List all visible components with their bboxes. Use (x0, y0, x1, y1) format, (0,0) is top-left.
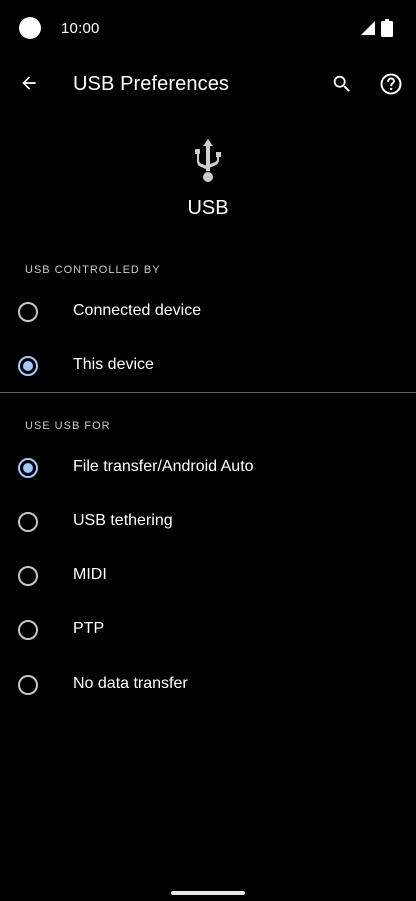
app-bar: USB Preferences (0, 58, 416, 114)
radio-label: Connected device (73, 302, 202, 319)
screen: 10:00 USB Preferences USB USB CONTROLLED… (0, 0, 416, 901)
battery-icon (381, 19, 393, 37)
status-time: 10:00 (61, 20, 100, 37)
help-icon (380, 73, 402, 95)
radio-button[interactable] (18, 620, 38, 640)
radio-button[interactable] (18, 302, 38, 322)
radio-row-no-data-transfer[interactable]: No data transfer (0, 658, 416, 712)
radio-button[interactable] (18, 675, 38, 695)
radio-button[interactable] (18, 512, 38, 532)
back-button[interactable] (12, 66, 46, 100)
arrow-back-icon (22, 76, 36, 90)
radio-label: This device (73, 356, 154, 373)
radio-label: PTP (73, 620, 105, 637)
radio-label: MIDI (73, 566, 107, 583)
usb-icon (195, 139, 221, 182)
page-title: USB Preferences (73, 73, 230, 95)
gesture-nav-handle[interactable] (171, 891, 245, 895)
radio-row-midi[interactable]: MIDI (0, 549, 416, 603)
radio-row-usb-tethering[interactable]: USB tethering (0, 495, 416, 549)
radio-row-ptp[interactable]: PTP (0, 603, 416, 657)
search-button[interactable] (326, 68, 358, 100)
search-icon (333, 75, 350, 92)
camera-cutout (19, 17, 41, 39)
radio-row-this-device[interactable]: This device (0, 339, 416, 393)
section-title-usb-controlled-by: USB CONTROLLED BY (25, 264, 161, 276)
status-bar: 10:00 (0, 0, 416, 56)
section-divider (0, 392, 416, 393)
radio-row-file-transfer[interactable]: File transfer/Android Auto (0, 441, 416, 495)
radio-label: No data transfer (73, 675, 188, 692)
radio-row-connected-device[interactable]: Connected device (0, 285, 416, 339)
radio-label: File transfer/Android Auto (73, 458, 254, 475)
radio-button[interactable] (18, 566, 38, 586)
radio-button-selected[interactable] (18, 458, 38, 478)
usb-header-label: USB (187, 197, 229, 219)
section-title-use-usb-for: USE USB FOR (25, 420, 111, 432)
help-button[interactable] (375, 68, 407, 100)
usb-header: USB (0, 135, 416, 235)
radio-button-selected[interactable] (18, 356, 38, 376)
signal-icon (361, 21, 375, 35)
radio-label: USB tethering (73, 512, 173, 529)
